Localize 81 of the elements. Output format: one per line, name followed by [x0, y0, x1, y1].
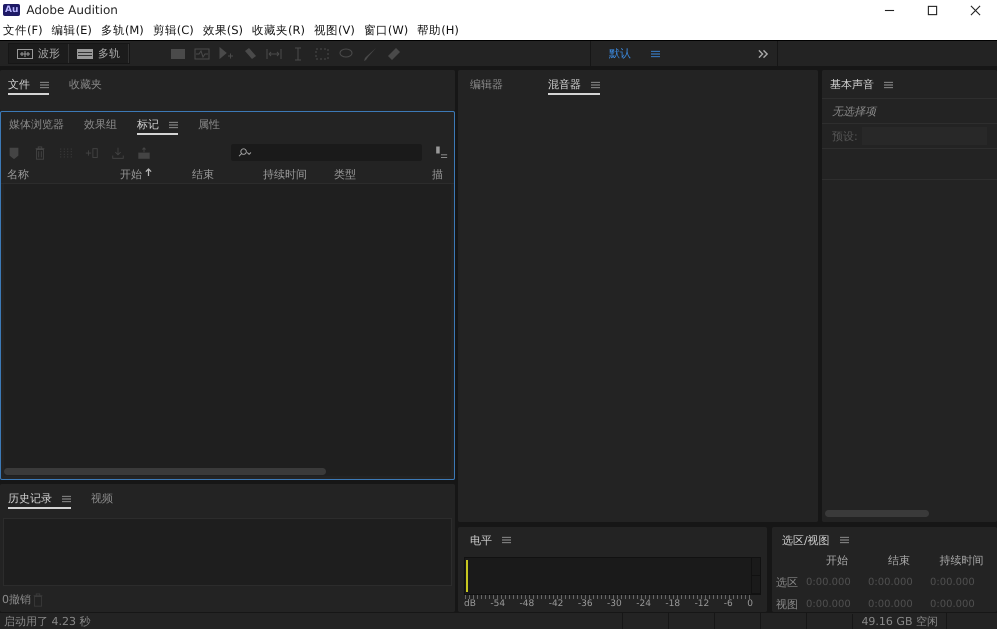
menu-icon[interactable]	[40, 80, 49, 88]
close-icon[interactable]	[970, 4, 981, 16]
window-title: Adobe Audition	[26, 3, 118, 17]
trash-icon[interactable]	[33, 146, 47, 160]
status-message: 启动用了 4.23 秒	[3, 614, 90, 628]
panel-tab[interactable]: 属性	[198, 116, 220, 135]
column-header: 开始	[825, 553, 849, 568]
menu-item[interactable]: 视图(V)	[311, 22, 361, 38]
scale-label: dB	[464, 599, 476, 609]
row-label: 选区	[776, 575, 799, 590]
dots-icon[interactable]	[59, 146, 73, 160]
search-icon	[237, 147, 252, 158]
scale-label: -54	[490, 599, 506, 609]
column-header[interactable]: 持续时间	[263, 167, 334, 183]
workspace-tab[interactable]: 默认	[609, 46, 631, 61]
panel-title: 电平	[470, 532, 492, 548]
panel-tab[interactable]: 文件	[8, 76, 49, 95]
menu-item[interactable]: 帮助(H)	[414, 22, 465, 38]
panel-tab[interactable]: 历史记录	[8, 490, 71, 509]
app-logo: Au	[3, 4, 20, 16]
row-label: 视图	[776, 597, 799, 612]
scale-label: 0	[747, 599, 753, 609]
menu-icon[interactable]	[591, 80, 600, 88]
menu-item[interactable]: 剪辑(C)	[150, 22, 200, 38]
free-space: 49.16 GB 空闲	[852, 614, 946, 628]
maximize-icon[interactable]	[927, 4, 938, 16]
panel-tab[interactable]: 视频	[91, 490, 113, 509]
menu-item[interactable]: 效果(S)	[200, 22, 250, 38]
scale-label: -18	[665, 599, 680, 609]
menu-icon[interactable]	[169, 120, 178, 128]
scale-label: -24	[636, 599, 651, 609]
menu-item[interactable]: 文件(F)	[0, 22, 49, 38]
panel-tab[interactable]: 编辑器	[470, 76, 503, 95]
mode-button[interactable]: 波形	[9, 44, 69, 63]
menu-icon[interactable]	[62, 494, 71, 502]
move-tool-icon[interactable]	[218, 46, 234, 62]
wave-tool-icon[interactable]	[194, 46, 210, 62]
scale-label: -12	[694, 599, 710, 609]
export-icon[interactable]	[137, 146, 151, 160]
scale-label: -36	[578, 599, 593, 609]
scale-label: -6	[724, 599, 733, 609]
column-header[interactable]: 类型	[334, 167, 432, 183]
brush-tool-icon[interactable]	[362, 46, 378, 62]
column-header: 结束	[887, 553, 911, 568]
undo-count: 0撤销	[2, 592, 31, 607]
panel-tab[interactable]: 媒体浏览器	[9, 116, 64, 135]
scale-label: -30	[607, 599, 622, 609]
panel-tab[interactable]: 效果组	[84, 116, 117, 135]
marquee-tool-icon[interactable]	[314, 46, 330, 62]
download-icon[interactable]	[111, 146, 125, 160]
panel-title: 选区/视图	[782, 532, 830, 548]
scale-label: -48	[520, 599, 534, 609]
list-filter-icon[interactable]	[434, 146, 448, 160]
panel-tab[interactable]: 混音器	[548, 76, 600, 95]
sort-arrow-icon	[145, 168, 152, 177]
search-field[interactable]	[231, 144, 422, 161]
shield-icon[interactable]	[7, 146, 21, 160]
menu-item[interactable]: 收藏夹(R)	[249, 22, 312, 38]
panel-tab[interactable]: 收藏夹	[69, 76, 102, 95]
scale-label: -42	[548, 599, 564, 609]
panel-tab[interactable]: 基本声音	[830, 76, 893, 95]
waveform-icon	[17, 48, 33, 58]
menu-icon[interactable]	[651, 50, 660, 58]
column-header[interactable]: 名称	[7, 167, 120, 183]
menu-icon[interactable]	[502, 536, 511, 544]
panel-tab[interactable]: 标记	[137, 116, 178, 135]
insert-icon[interactable]	[85, 146, 99, 160]
column-header: 持续时间	[938, 553, 984, 568]
tracks-icon	[77, 48, 93, 58]
column-header[interactable]: 结束	[192, 167, 263, 183]
column-header[interactable]: 开始	[120, 167, 192, 183]
menu-item[interactable]: 多轨(M)	[98, 22, 150, 38]
status-text: 无选择项	[832, 104, 876, 118]
menu-icon[interactable]	[840, 536, 849, 544]
mode-button[interactable]: 多轨	[69, 44, 129, 63]
menu-icon[interactable]	[884, 80, 893, 88]
scrollbar-thumb[interactable]	[4, 468, 326, 475]
menu-item[interactable]: 窗口(W)	[360, 22, 414, 38]
chevron-icon[interactable]	[758, 48, 769, 58]
menu-item[interactable]: 编辑(E)	[48, 22, 98, 38]
column-header[interactable]: 描	[432, 167, 443, 183]
